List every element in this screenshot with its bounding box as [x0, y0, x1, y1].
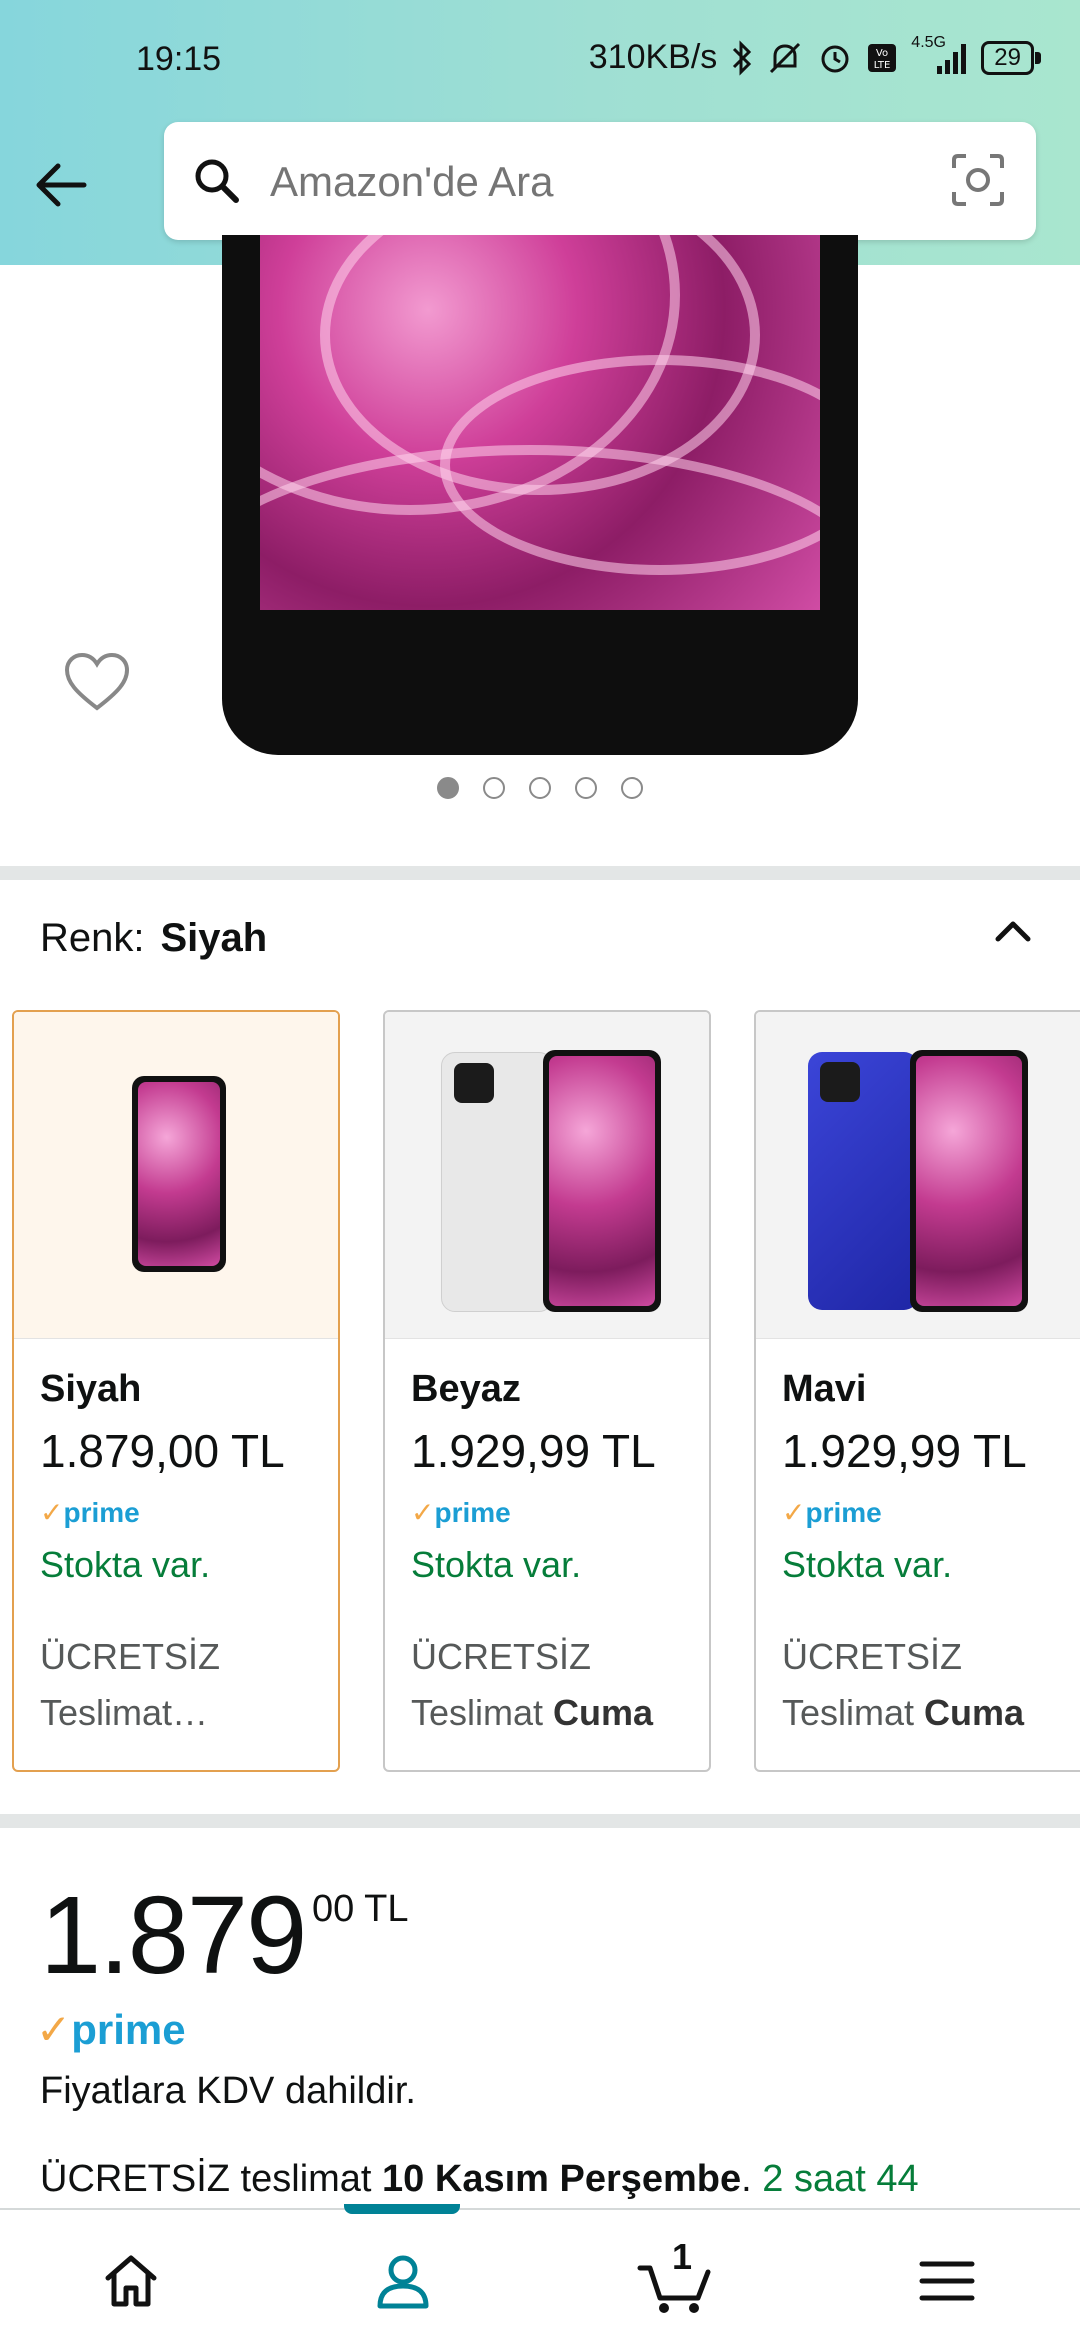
free-shipping-label: ÜCRETSİZ — [40, 1636, 220, 1677]
svg-text:LTE: LTE — [874, 60, 891, 71]
color-option-name: Beyaz — [411, 1368, 521, 1410]
color-option-beyaz[interactable]: Beyaz 1.929,99 TL ✓prime Stokta var. ÜCR… — [383, 1010, 711, 1772]
product-screen — [260, 235, 820, 610]
color-option-image — [756, 1012, 1080, 1339]
network-speed: 310KB/s — [588, 38, 718, 76]
color-selector-header: Renk: Siyah — [40, 916, 267, 961]
status-icons: 310KB/s Vo LTE 4.5G 29 — [588, 34, 1041, 77]
color-option-price: 1.879,00 TL — [40, 1425, 285, 1477]
color-label: Renk: — [40, 916, 145, 960]
prime-badge: ✓prime — [40, 1497, 140, 1528]
status-time: 19:15 — [136, 40, 222, 78]
prime-badge: ✓prime — [411, 1497, 511, 1528]
stock-status: Stokta var. — [40, 1544, 211, 1585]
pagination-dot[interactable] — [575, 777, 597, 799]
wishlist-heart-icon[interactable] — [62, 650, 132, 714]
svg-text:Vo: Vo — [876, 48, 888, 59]
color-option-siyah[interactable]: Siyah 1.879,00 TL ✓prime Stokta var. ÜCR… — [12, 1010, 340, 1772]
color-option-image — [14, 1012, 338, 1339]
delivery-info: Teslimat… — [40, 1692, 209, 1733]
camera-search-icon[interactable] — [950, 152, 1006, 208]
network-type: 4.5G — [911, 34, 967, 76]
battery-indicator: 29 — [981, 40, 1041, 75]
chevron-up-icon[interactable] — [986, 905, 1040, 959]
mute-icon — [770, 42, 801, 73]
vat-note: Fiyatlara KDV dahildir. — [40, 2070, 416, 2112]
back-arrow-icon[interactable] — [28, 150, 98, 220]
stock-status: Stokta var. — [411, 1544, 582, 1585]
pagination-dot[interactable] — [483, 777, 505, 799]
prime-badge-large: ✓prime — [36, 2006, 186, 2053]
signal-icon — [937, 43, 967, 74]
home-icon[interactable] — [96, 2246, 166, 2316]
section-divider — [0, 866, 1080, 880]
menu-icon[interactable] — [912, 2246, 982, 2316]
account-icon[interactable] — [368, 2246, 438, 2316]
nav-active-indicator — [344, 2204, 460, 2214]
header: 19:15 310KB/s Vo LTE 4.5G 29 — [0, 0, 1080, 265]
search-icon — [195, 159, 239, 203]
free-shipping-label: ÜCRETSİZ — [411, 1636, 591, 1677]
free-shipping-label: ÜCRETSİZ — [782, 1636, 962, 1677]
color-option-name: Siyah — [40, 1368, 142, 1410]
pagination-dot[interactable] — [437, 777, 459, 799]
delivery-info: Teslimat Cuma — [782, 1692, 1025, 1733]
product-price: 1.879 00 TL — [40, 1872, 409, 1999]
price-fraction-currency: 00 TL — [312, 1888, 409, 1930]
search-input[interactable] — [268, 144, 892, 220]
bluetooth-icon — [733, 39, 752, 76]
color-option-mavi[interactable]: Mavi 1.929,99 TL ✓prime Stokta var. ÜCRE… — [754, 1010, 1080, 1772]
product-image[interactable] — [222, 235, 858, 755]
color-option-price: 1.929,99 TL — [411, 1425, 656, 1477]
pagination-dot[interactable] — [621, 777, 643, 799]
shipping-info: ÜCRETSİZ teslimat 10 Kasım Perşembe. 2 s… — [40, 2158, 919, 2200]
color-option-image — [385, 1012, 709, 1339]
product-gallery[interactable] — [0, 235, 1080, 865]
alarm-icon — [821, 45, 849, 72]
volte-icon: VoLTE — [868, 43, 897, 72]
bottom-navigation: 1 — [0, 2204, 1080, 2342]
stock-status: Stokta var. — [782, 1544, 953, 1585]
search-bar[interactable] — [164, 122, 1036, 240]
gallery-pagination — [0, 777, 1080, 799]
color-option-price: 1.929,99 TL — [782, 1425, 1027, 1477]
price-whole: 1.879 — [40, 1874, 307, 1997]
prime-badge: ✓prime — [782, 1497, 882, 1528]
section-divider — [0, 1814, 1080, 1828]
color-option-name: Mavi — [782, 1368, 867, 1410]
delivery-info: Teslimat Cuma — [411, 1692, 654, 1733]
pagination-dot[interactable] — [529, 777, 551, 799]
color-selected-value: Siyah — [160, 916, 268, 960]
status-bar: 19:15 310KB/s Vo LTE 4.5G 29 — [0, 0, 1080, 120]
cart-count-badge: 1 — [672, 2236, 693, 2277]
